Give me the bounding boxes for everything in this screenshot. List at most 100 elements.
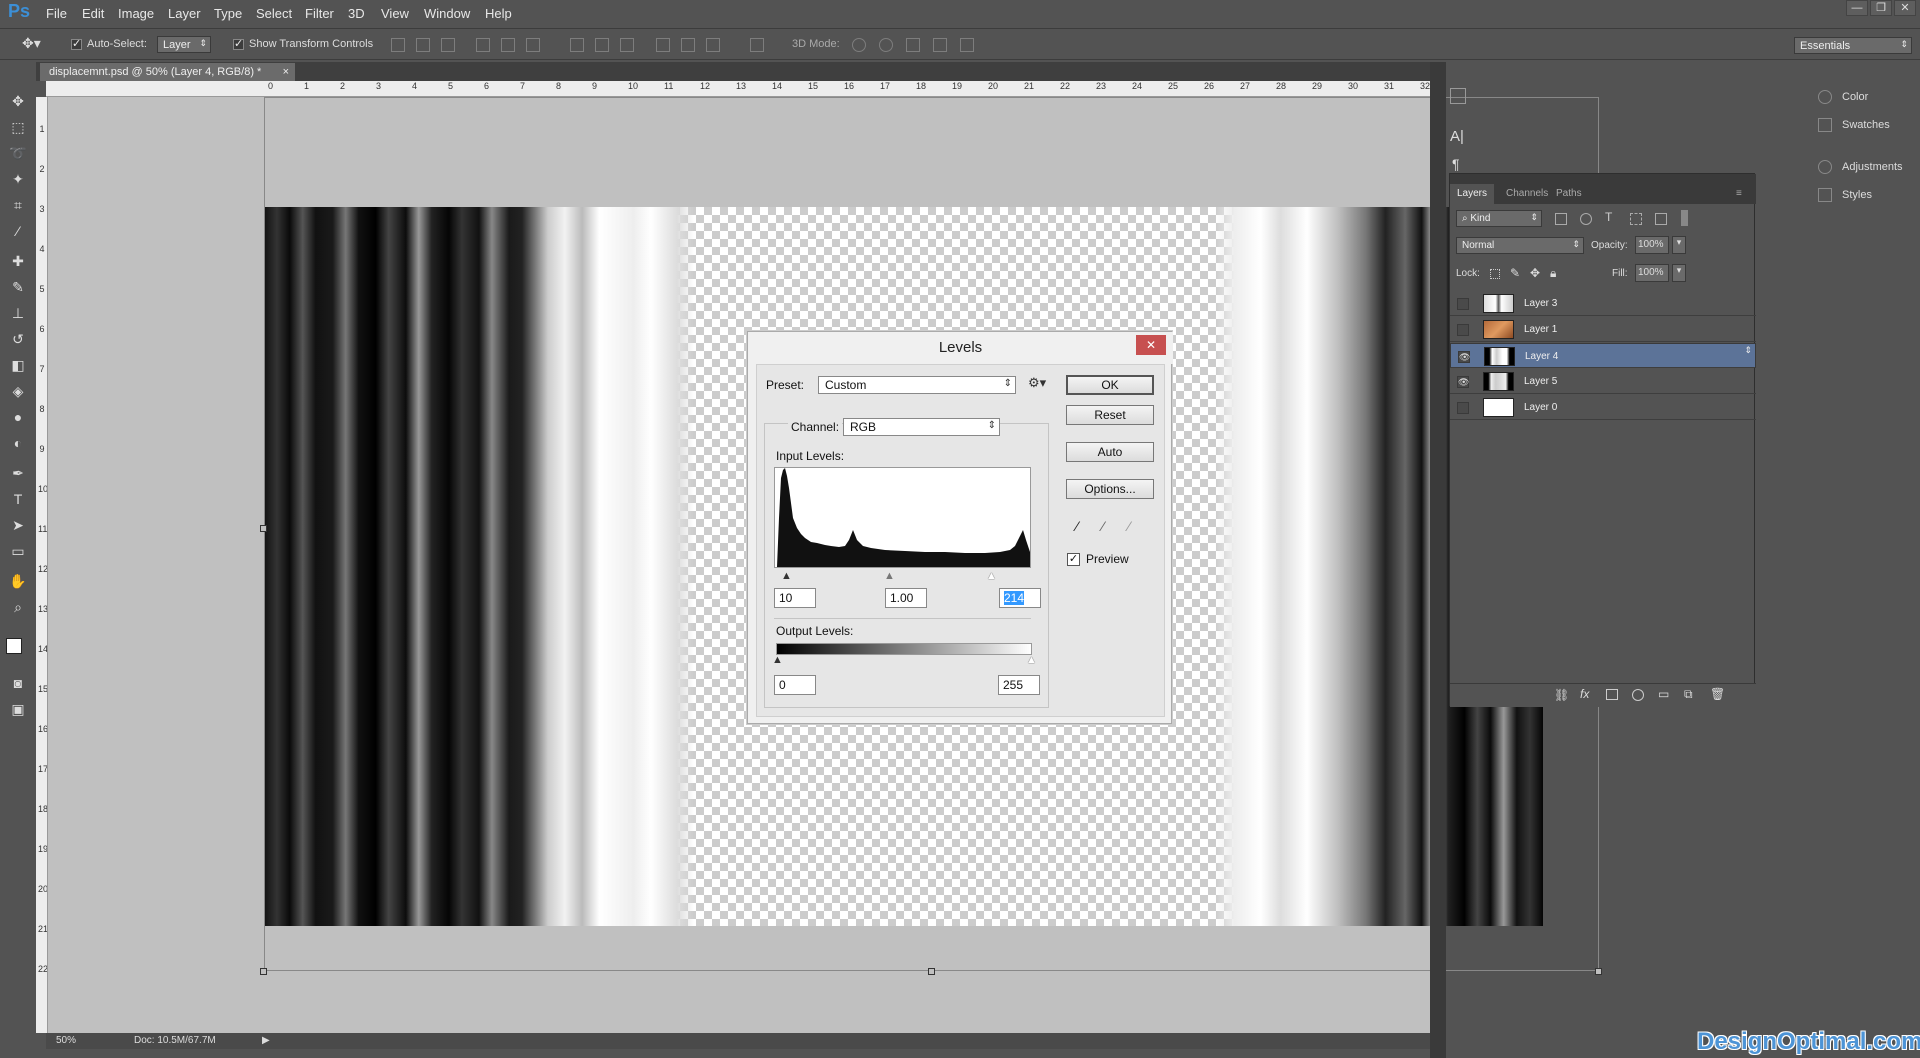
tab-channels[interactable]: Channels [1506, 188, 1548, 199]
align-top-icon[interactable] [391, 38, 405, 52]
dock-swatches[interactable]: Swatches [1818, 118, 1890, 132]
layer-row-selected[interactable]: 👁︎ Layer 4 [1450, 343, 1756, 368]
input-black-slider[interactable]: ▲ [781, 570, 792, 582]
opacity-dropdown-icon[interactable]: ▾ [1672, 236, 1686, 254]
align-left-icon[interactable] [476, 38, 490, 52]
dock-adjustments[interactable]: Adjustments [1818, 160, 1903, 174]
distribute-right-icon[interactable] [706, 38, 720, 52]
dodge-tool-icon[interactable]: ◐ [9, 434, 27, 452]
layer-row[interactable]: Layer 3 [1450, 291, 1756, 316]
eyedropper-tool-icon[interactable]: ⁄ [9, 222, 27, 240]
filter-shape-icon[interactable] [1630, 213, 1642, 225]
zoom-level[interactable]: 50% [56, 1035, 76, 1046]
ok-button[interactable]: OK [1066, 375, 1154, 395]
auto-button[interactable]: Auto [1066, 442, 1154, 462]
character-panel-icon[interactable]: A| [1450, 128, 1464, 145]
tab-layers[interactable]: Layers [1450, 184, 1495, 204]
move-tool-icon[interactable]: ✥ [9, 92, 27, 110]
options-button[interactable]: Options... [1066, 479, 1154, 499]
lock-all-icon[interactable]: 🔒︎ [1550, 266, 1556, 281]
layer-style-icon[interactable]: fx [1580, 687, 1589, 701]
opacity-value[interactable]: 100% [1635, 236, 1669, 254]
brush-tool-icon[interactable]: ✎ [9, 278, 27, 296]
crop-tool-icon[interactable]: ⌗ [9, 196, 27, 214]
panel-menu-icon[interactable]: ≡ [1736, 188, 1742, 199]
marquee-tool-icon[interactable]: ⬚ [9, 118, 27, 136]
menu-layer[interactable]: Layer [168, 6, 201, 21]
distribute-vcenter-icon[interactable] [595, 38, 609, 52]
input-white-slider[interactable]: ▲ [986, 570, 997, 582]
lasso-tool-icon[interactable]: ➰ [9, 144, 27, 162]
input-white-field[interactable]: 214 [999, 588, 1041, 608]
output-white-field[interactable]: 255 [998, 675, 1040, 695]
hand-tool-icon[interactable]: ✋ [9, 572, 27, 590]
menu-edit[interactable]: Edit [82, 6, 104, 21]
3d-scale-icon[interactable] [960, 38, 974, 52]
output-black-field[interactable]: 0 [774, 675, 816, 695]
minimize-button[interactable]: — [1846, 0, 1868, 16]
filter-adjustment-icon[interactable] [1580, 213, 1592, 225]
preset-dropdown[interactable]: Custom [818, 376, 1016, 394]
filter-toggle[interactable] [1681, 210, 1688, 226]
lock-image-icon[interactable]: ✎ [1510, 266, 1520, 280]
transform-handle-br[interactable] [1595, 968, 1602, 975]
preset-options-gear-icon[interactable]: ⚙▾ [1028, 375, 1046, 391]
channel-dropdown[interactable]: RGB [843, 418, 1000, 436]
workspace-dropdown[interactable]: Essentials [1794, 37, 1912, 54]
eye-icon[interactable]: 👁︎ [1457, 376, 1469, 388]
filter-pixel-icon[interactable] [1555, 213, 1567, 225]
new-layer-icon[interactable]: ⧉ [1684, 687, 1693, 702]
distribute-left-icon[interactable] [656, 38, 670, 52]
white-point-eyedropper-icon[interactable]: ⁄ [1128, 518, 1144, 534]
close-tab-icon[interactable]: × [283, 66, 289, 78]
3d-roll-icon[interactable] [879, 38, 893, 52]
3d-pan-icon[interactable] [906, 38, 920, 52]
history-brush-icon[interactable]: ↺ [9, 330, 27, 348]
path-selection-icon[interactable]: ➤ [9, 516, 27, 534]
preview-checkbox[interactable]: ✓ [1067, 553, 1080, 566]
new-adjustment-icon[interactable] [1632, 689, 1644, 701]
show-transform-checkbox[interactable] [233, 37, 244, 50]
visibility-toggle[interactable] [1457, 402, 1469, 414]
dock-styles[interactable]: Styles [1818, 188, 1872, 202]
auto-select-checkbox[interactable] [71, 37, 82, 50]
visibility-toggle[interactable] [1457, 324, 1469, 336]
reset-button[interactable]: Reset [1066, 405, 1154, 425]
zoom-tool-icon[interactable]: ⌕ [9, 598, 27, 616]
dock-color[interactable]: Color [1818, 90, 1868, 104]
auto-select-dropdown[interactable]: Layer [157, 36, 211, 53]
menu-image[interactable]: Image [118, 6, 154, 21]
distribute-hcenter-icon[interactable] [681, 38, 695, 52]
close-window-button[interactable]: ✕ [1894, 0, 1916, 16]
tab-paths[interactable]: Paths [1556, 188, 1582, 199]
document-tab[interactable]: displacemnt.psd @ 50% (Layer 4, RGB/8) *… [40, 63, 295, 81]
transform-handle-bl[interactable] [260, 968, 267, 975]
type-tool-icon[interactable]: T [9, 490, 27, 508]
gray-point-eyedropper-icon[interactable]: ⁄ [1102, 518, 1118, 534]
eye-icon[interactable]: 👁︎ [1458, 351, 1470, 363]
align-bottom-icon[interactable] [441, 38, 455, 52]
input-gamma-slider[interactable]: ▲ [884, 570, 895, 582]
paragraph-panel-icon[interactable]: ¶ [1452, 156, 1460, 172]
menu-view[interactable]: View [381, 6, 409, 21]
input-black-field[interactable]: 10 [774, 588, 816, 608]
new-group-icon[interactable]: ▭ [1658, 687, 1669, 701]
transform-handle-bm[interactable] [928, 968, 935, 975]
3d-slide-icon[interactable] [933, 38, 947, 52]
black-point-eyedropper-icon[interactable]: ⁄ [1076, 518, 1092, 534]
align-hcenter-icon[interactable] [501, 38, 515, 52]
filter-kind-dropdown[interactable]: ⌕ Kind [1456, 210, 1542, 227]
distribute-top-icon[interactable] [570, 38, 584, 52]
align-right-icon[interactable] [526, 38, 540, 52]
lock-position-icon[interactable]: ✥ [1530, 266, 1540, 280]
blend-mode-dropdown[interactable]: Normal [1456, 237, 1584, 254]
screen-mode-icon[interactable]: ▣ [9, 700, 27, 718]
visibility-toggle[interactable] [1457, 298, 1469, 310]
menu-help[interactable]: Help [485, 6, 512, 21]
layer-row[interactable]: 👁︎ Layer 5 [1450, 369, 1756, 394]
clone-stamp-icon[interactable]: ⊥ [9, 304, 27, 322]
fill-dropdown-icon[interactable]: ▾ [1672, 264, 1686, 282]
foreground-color-swatch[interactable] [6, 638, 22, 654]
menu-type[interactable]: Type [214, 6, 242, 21]
blur-tool-icon[interactable]: ● [9, 408, 27, 426]
